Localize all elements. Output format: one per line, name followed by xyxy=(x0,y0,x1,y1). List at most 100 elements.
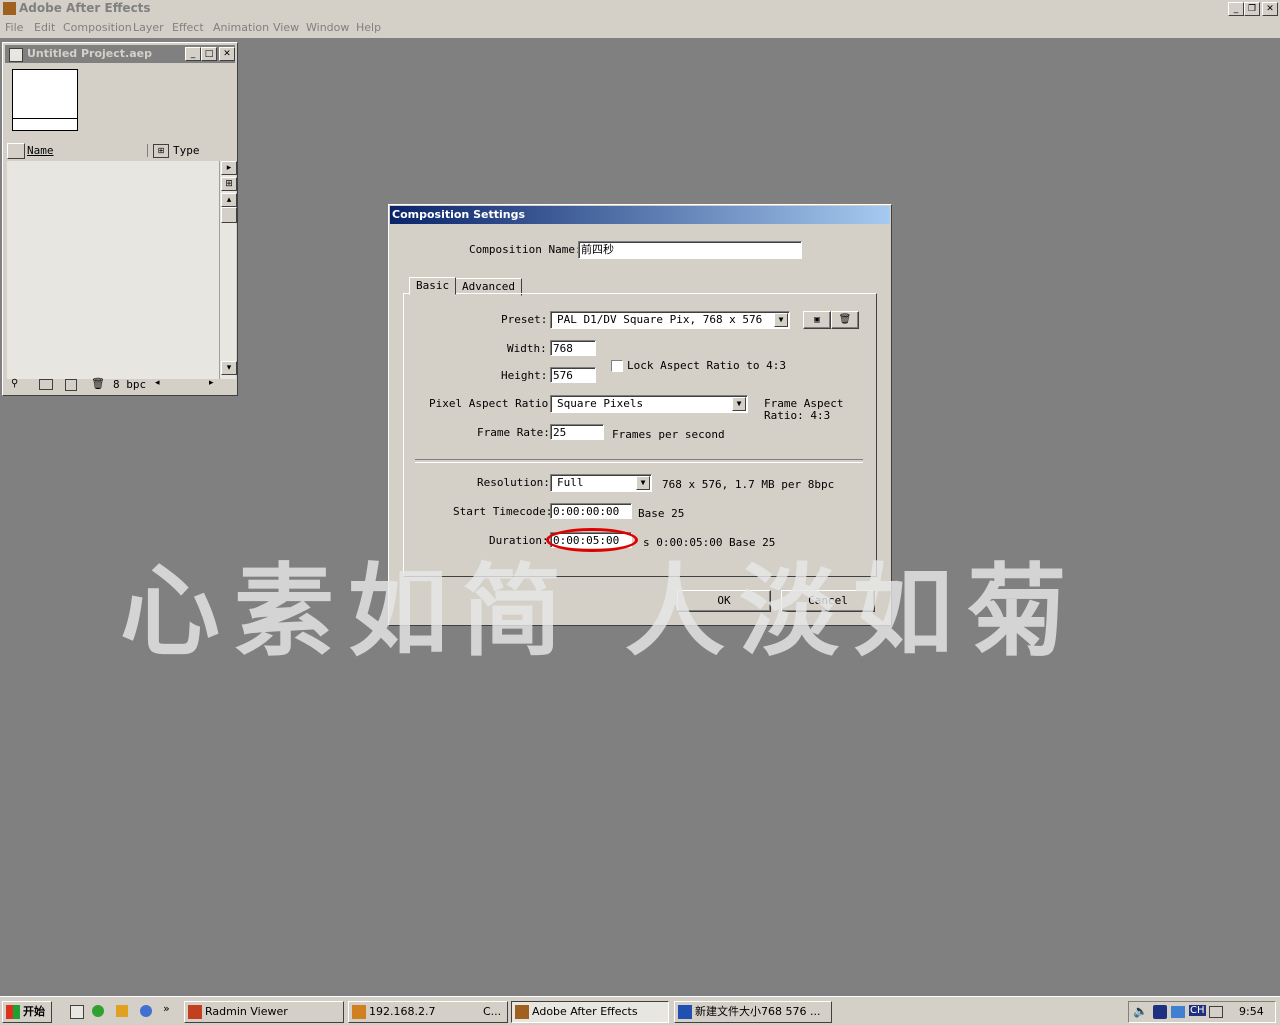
bpc-label[interactable]: 8 bpc xyxy=(113,378,146,391)
chevron-down-icon: ▼ xyxy=(732,397,746,411)
height-input[interactable]: 576 xyxy=(550,367,596,383)
comp-name-input[interactable]: 前四秒 xyxy=(578,241,802,259)
clock[interactable]: 9:54 xyxy=(1239,1005,1264,1018)
task-word-document[interactable]: 新建文件大小768 576 ... xyxy=(674,1001,832,1023)
word-icon xyxy=(678,1005,692,1019)
resolution-label: Resolution: xyxy=(477,476,550,489)
project-scrollbar[interactable]: ▸ ⊞ ▴ ▾ xyxy=(219,161,237,379)
ime-lang-indicator[interactable]: CH xyxy=(1189,1005,1206,1016)
preset-value: PAL D1/DV Square Pix, 768 x 576 xyxy=(557,313,763,326)
comp-name-label: Composition Name: xyxy=(469,243,582,256)
menubar: File Edit Composition Layer Effect Anima… xyxy=(0,18,1280,38)
minimize-button[interactable]: _ xyxy=(1228,2,1244,16)
project-footer: ⚲ 🗑 8 bpc ◂ ▸ xyxy=(7,377,235,393)
keyboard-icon[interactable] xyxy=(1209,1006,1223,1018)
resolution-info: 768 x 576, 1.7 MB per 8bpc xyxy=(662,478,835,491)
menu-layer[interactable]: Layer xyxy=(133,21,164,34)
close-button[interactable]: ✕ xyxy=(1262,2,1278,16)
new-folder-icon[interactable] xyxy=(39,379,53,390)
menu-composition[interactable]: Composition xyxy=(63,21,132,34)
menu-animation[interactable]: Animation xyxy=(213,21,269,34)
frame-rate-input[interactable]: 25 xyxy=(550,424,604,440)
task-after-effects[interactable]: Adobe After Effects xyxy=(511,1001,669,1023)
width-label: Width: xyxy=(507,342,547,355)
project-panel: Untitled Project.aep _ □ ✕ Name ⊞ Type ▸… xyxy=(2,42,238,396)
project-title: Untitled Project.aep xyxy=(27,47,152,60)
delete-preset-button[interactable]: 🗑 xyxy=(831,311,859,329)
frame-rate-label: Frame Rate: xyxy=(477,426,550,439)
quicklaunch-tool-icon[interactable] xyxy=(116,1005,128,1017)
pixel-aspect-select[interactable]: Square Pixels ▼ xyxy=(550,395,748,413)
menu-view[interactable]: View xyxy=(273,21,299,34)
project-close-button[interactable]: ✕ xyxy=(219,47,235,61)
volume-icon[interactable]: 🔈 xyxy=(1133,1004,1148,1018)
label-column[interactable] xyxy=(7,143,25,159)
taskbar: 开始 » Radmin Viewer 192.168.2.7 C... Adob… xyxy=(0,996,1280,1025)
project-column-header: Name ⊞ Type xyxy=(7,143,235,159)
network-icon[interactable] xyxy=(1153,1005,1167,1019)
width-input[interactable]: 768 xyxy=(550,340,596,356)
app-titlebar: Adobe After Effects _ ❐ ✕ xyxy=(0,0,1280,18)
start-label: 开始 xyxy=(23,1005,45,1018)
quicklaunch-media-icon[interactable] xyxy=(92,1005,104,1017)
project-maximize-button[interactable]: □ xyxy=(201,47,217,61)
app-title: Adobe After Effects xyxy=(19,1,151,15)
task-remote-session[interactable]: 192.168.2.7 C... xyxy=(348,1001,508,1023)
height-label: Height: xyxy=(501,369,548,382)
project-file-icon xyxy=(9,48,23,62)
quicklaunch-more-icon[interactable]: » xyxy=(163,1002,170,1015)
start-base: Base 25 xyxy=(638,507,685,520)
frame-rate-unit: Frames per second xyxy=(612,428,725,441)
task-radmin-viewer[interactable]: Radmin Viewer xyxy=(184,1001,344,1023)
start-timecode-input[interactable]: 0:00:00:00 xyxy=(550,503,632,519)
start-timecode-label: Start Timecode: xyxy=(453,505,553,518)
scroll-up-arrow-icon[interactable]: ▴ xyxy=(221,193,237,207)
new-comp-icon[interactable] xyxy=(65,379,77,391)
start-button[interactable]: 开始 xyxy=(2,1001,52,1023)
preset-select[interactable]: PAL D1/DV Square Pix, 768 x 576 ▼ xyxy=(550,311,790,329)
display-icon[interactable] xyxy=(1171,1006,1185,1018)
tab-basic[interactable]: Basic xyxy=(409,277,457,295)
find-icon[interactable]: ⚲ xyxy=(11,378,18,389)
project-titlebar: Untitled Project.aep _ □ ✕ xyxy=(5,45,235,63)
restore-button[interactable]: ❐ xyxy=(1244,2,1260,16)
scroll-right-arrow-icon[interactable]: ▸ xyxy=(221,161,237,175)
quicklaunch-desktop-icon[interactable] xyxy=(70,1005,84,1019)
save-preset-button[interactable]: ▣ xyxy=(803,311,831,329)
chevron-down-icon: ▼ xyxy=(636,476,650,490)
remote-icon xyxy=(352,1005,366,1019)
chevron-down-icon: ▼ xyxy=(774,313,788,327)
flowchart-icon[interactable]: ⊞ xyxy=(153,144,169,158)
lock-aspect-checkbox[interactable] xyxy=(611,360,623,372)
preset-label: Preset: xyxy=(501,313,548,326)
footer-scroll-right-icon[interactable]: ▸ xyxy=(209,378,214,388)
column-name[interactable]: Name xyxy=(27,144,148,157)
menu-edit[interactable]: Edit xyxy=(34,21,55,34)
menu-effect[interactable]: Effect xyxy=(172,21,204,34)
project-minimize-button[interactable]: _ xyxy=(185,47,201,61)
pixel-aspect-value: Square Pixels xyxy=(557,397,644,410)
radmin-icon xyxy=(188,1005,202,1019)
dialog-titlebar: Composition Settings xyxy=(390,206,890,224)
pixel-aspect-label: Pixel Aspect Ratio: xyxy=(429,397,555,410)
app-icon xyxy=(3,2,16,15)
project-thumbnail xyxy=(12,69,78,131)
footer-scroll-left-icon[interactable]: ◂ xyxy=(155,378,160,388)
trash-icon[interactable]: 🗑 xyxy=(91,377,105,390)
menu-window[interactable]: Window xyxy=(306,21,349,34)
column-type[interactable]: Type xyxy=(173,144,200,157)
resolution-select[interactable]: Full ▼ xyxy=(550,474,652,492)
lock-aspect-label[interactable]: Lock Aspect Ratio to 4:3 xyxy=(627,359,786,372)
project-item-list[interactable] xyxy=(7,161,219,379)
menu-help[interactable]: Help xyxy=(356,21,381,34)
scroll-down-arrow-icon[interactable]: ▾ xyxy=(221,361,237,375)
quicklaunch-help-icon[interactable] xyxy=(140,1005,152,1017)
separator xyxy=(415,459,863,463)
windows-logo-icon xyxy=(6,1005,20,1019)
hierarchy-icon[interactable]: ⊞ xyxy=(221,177,237,191)
scroll-thumb[interactable] xyxy=(221,207,237,223)
resolution-value: Full xyxy=(557,476,584,489)
dialog-title: Composition Settings xyxy=(392,208,526,221)
menu-file[interactable]: File xyxy=(5,21,23,34)
system-tray: 🔈 CH 9:54 xyxy=(1128,1001,1276,1023)
